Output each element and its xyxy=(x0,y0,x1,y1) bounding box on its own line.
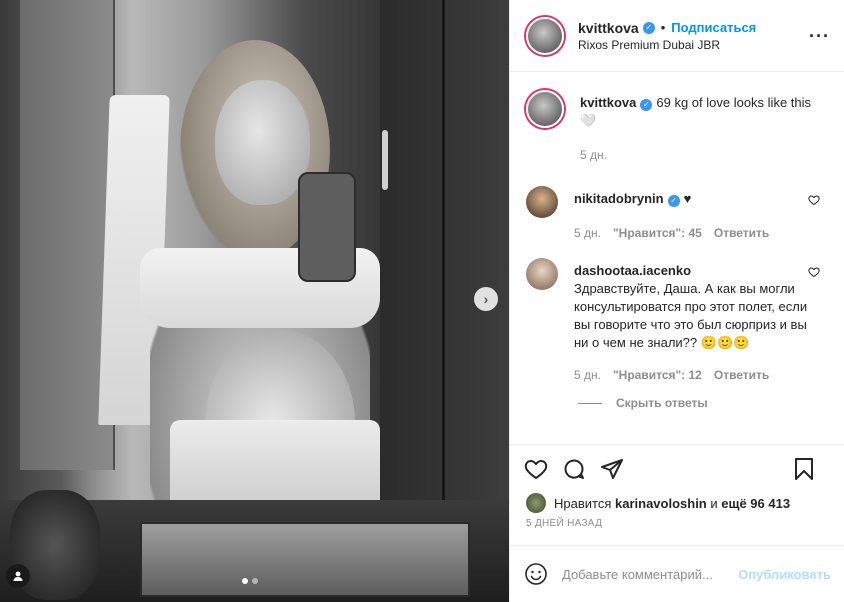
bookmark-icon[interactable] xyxy=(792,457,816,481)
caption: kvittkova ✓ 69 kg of love looks like this … xyxy=(524,88,830,164)
reply-button[interactable]: Ответить xyxy=(714,224,769,242)
caption-username[interactable]: kvittkova xyxy=(580,95,636,110)
likes-count[interactable]: ещё 96 413 xyxy=(721,496,790,511)
location-link[interactable]: Rixos Premium Dubai JBR xyxy=(578,38,756,52)
comment-username[interactable]: dashootaa.iacenko xyxy=(574,263,691,278)
header-text: kvittkova ✓ • Подписаться Rixos Premium … xyxy=(578,20,756,52)
avatar[interactable] xyxy=(526,186,558,218)
verified-badge-icon: ✓ xyxy=(642,21,655,34)
comment-username[interactable]: nikitadobrynin xyxy=(574,191,664,206)
avatar[interactable] xyxy=(526,493,546,513)
comment-time[interactable]: 5 дн. xyxy=(574,224,601,242)
comment-input[interactable] xyxy=(562,566,739,582)
caption-time[interactable]: 5 дн. xyxy=(580,146,607,164)
photo-cabinet-seam xyxy=(442,0,445,500)
heart-icon[interactable] xyxy=(808,266,820,278)
heart-icon[interactable] xyxy=(808,194,820,206)
carousel-dots xyxy=(242,578,258,584)
comment-text: ♥ xyxy=(683,191,692,206)
heart-icon[interactable] xyxy=(524,457,548,481)
likes-mid: и xyxy=(710,495,718,511)
comment-time[interactable]: 5 дн. xyxy=(574,366,601,384)
more-icon[interactable]: ··· xyxy=(809,26,830,47)
add-comment-bar: Опубликовать xyxy=(510,545,844,602)
avatar[interactable] xyxy=(526,16,564,55)
comment-likes[interactable]: "Нравится": 12 xyxy=(613,366,702,384)
chevron-right-icon[interactable]: › xyxy=(474,287,498,311)
replies-divider xyxy=(578,402,602,404)
hide-replies-button[interactable]: Скрыть ответы xyxy=(578,396,830,410)
share-icon[interactable] xyxy=(600,457,624,481)
carousel-dot xyxy=(242,578,248,584)
likes-user[interactable]: karinavoloshin xyxy=(615,496,707,511)
comment-text: Здравствуйте, Даша. А как вы могли консу… xyxy=(574,281,808,350)
comment-icon[interactable] xyxy=(562,457,586,481)
post-sidebar: kvittkova ✓ • Подписаться Rixos Premium … xyxy=(509,0,844,602)
comments-list: kvittkova ✓ 69 kg of love looks like this … xyxy=(510,72,844,444)
photo-phone xyxy=(298,172,356,282)
list-item: nikitadobrynin ✓ ♥ 5 дн. "Нравится": 45 От… xyxy=(524,186,830,242)
photo-box xyxy=(140,522,470,597)
verified-badge-icon: ✓ xyxy=(640,99,653,111)
emoji-icon[interactable] xyxy=(524,562,548,586)
likes-summary: Нравится karinavoloshin и ещё 96 413 xyxy=(510,492,844,514)
header-username[interactable]: kvittkova xyxy=(578,20,639,36)
hide-replies-label: Скрыть ответы xyxy=(616,396,708,410)
follow-button[interactable]: Подписаться xyxy=(671,20,756,35)
dot-separator: • xyxy=(660,20,666,35)
post-header: kvittkova ✓ • Подписаться Rixos Premium … xyxy=(510,0,844,72)
carousel-dot xyxy=(252,578,258,584)
avatar[interactable] xyxy=(526,90,564,128)
photo-face xyxy=(215,80,310,205)
post-photo[interactable]: › xyxy=(0,0,509,602)
likes-prefix: Нравится xyxy=(554,495,612,511)
action-bar xyxy=(510,444,844,492)
verified-badge-icon: ✓ xyxy=(667,195,680,207)
list-item: dashootaa.iacenko Здравствуйте, Даша. А … xyxy=(524,258,830,384)
comment-likes[interactable]: "Нравится": 45 xyxy=(613,224,702,242)
publish-button[interactable]: Опубликовать xyxy=(738,567,831,582)
reply-button[interactable]: Ответить xyxy=(714,366,769,384)
post-date[interactable]: 5 ДНЕЙ НАЗАД xyxy=(510,514,844,540)
photo-handle xyxy=(382,130,388,190)
avatar[interactable] xyxy=(526,258,558,290)
user-tag-icon[interactable] xyxy=(6,564,30,588)
